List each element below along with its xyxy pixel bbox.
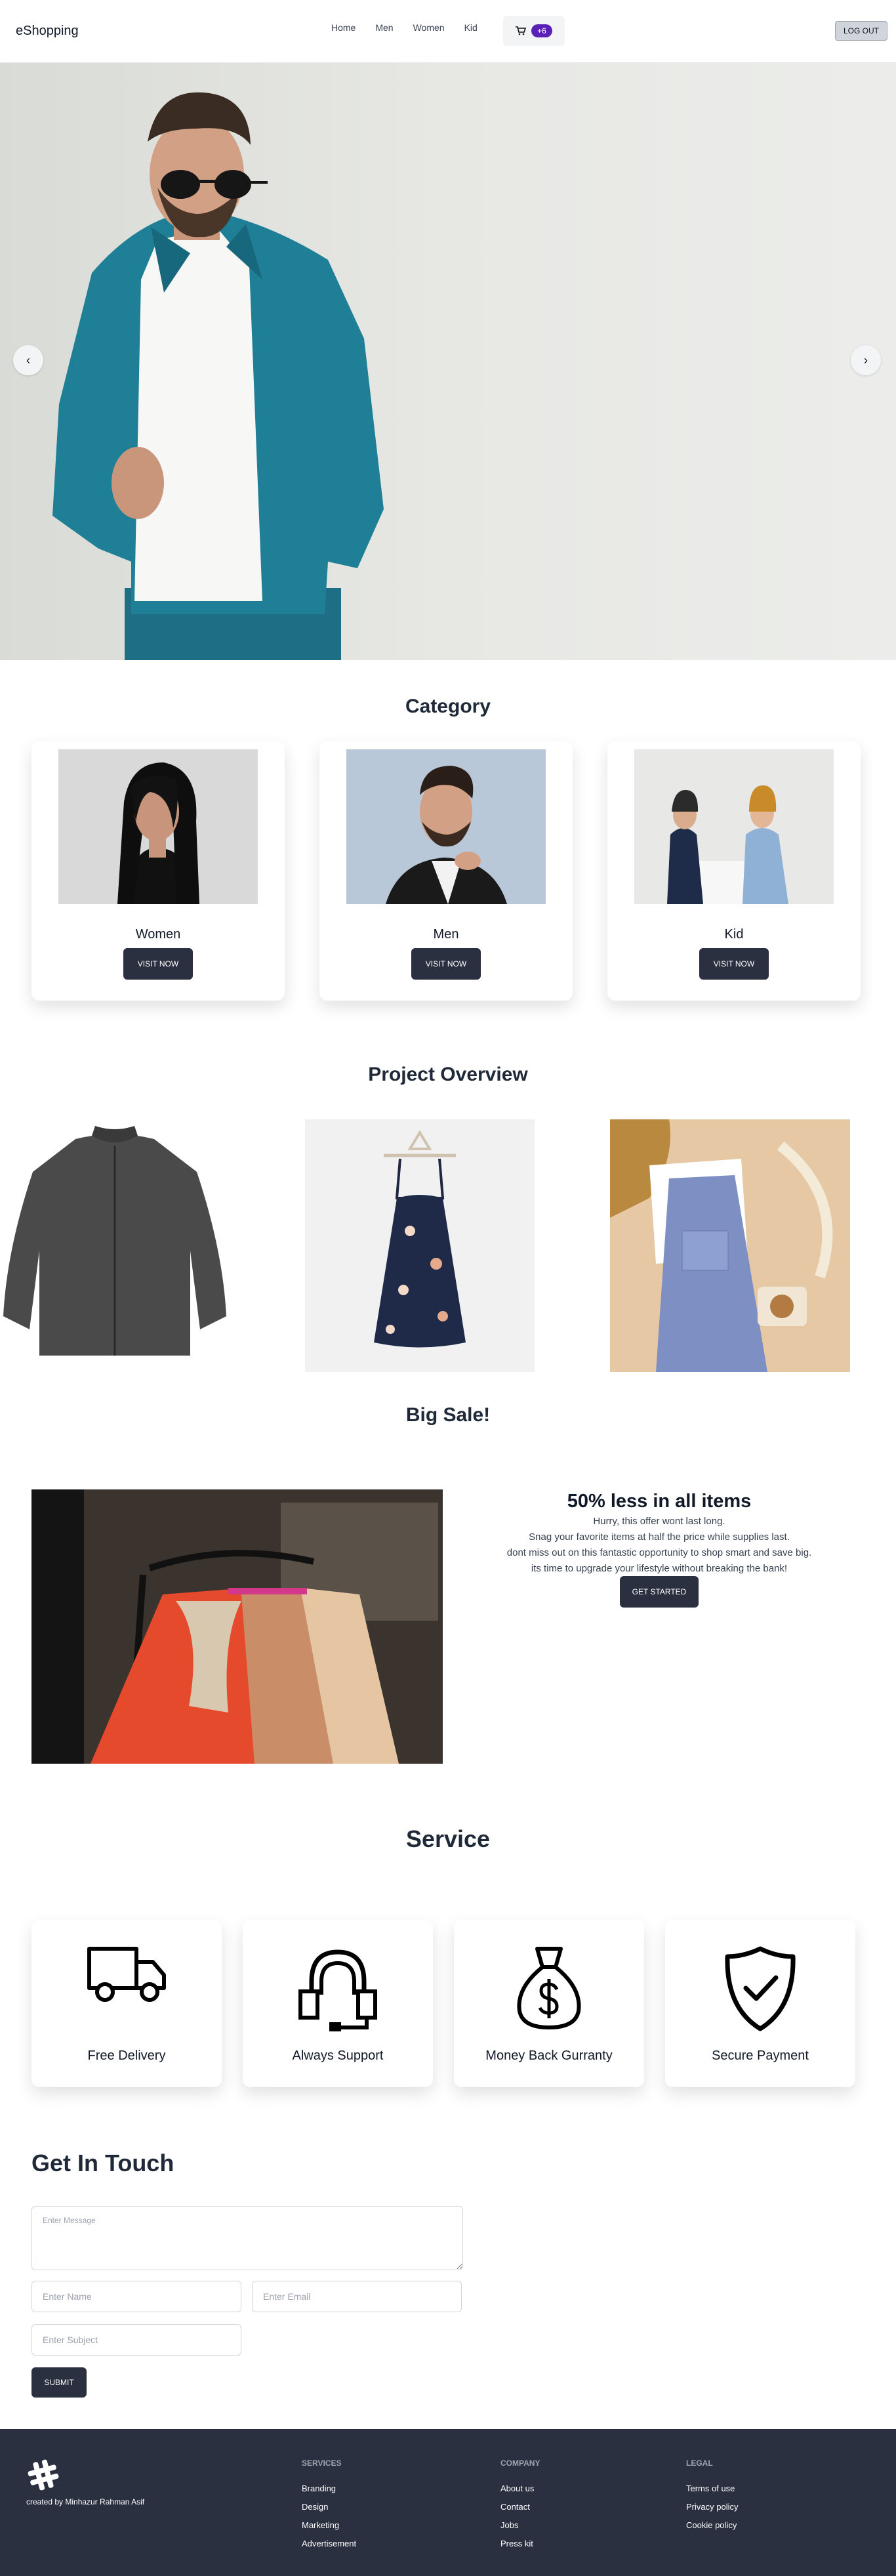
footer-heading-legal: LEGAL xyxy=(686,2459,713,2468)
truck-icon xyxy=(87,1947,166,2002)
carousel-next-button[interactable]: › xyxy=(851,345,881,375)
cart-button[interactable]: +6 xyxy=(503,16,565,46)
category-card-men: Men VISIT NOW xyxy=(319,741,573,1001)
submit-button[interactable]: SUBMIT xyxy=(31,2367,87,2398)
footer-link-advertisement[interactable]: Advertisement xyxy=(302,2539,356,2548)
get-started-button[interactable]: GET STARTED xyxy=(620,1576,699,1608)
sale-line-1: Hurry, this offer wont last long. xyxy=(593,1516,725,1527)
nav-link-home[interactable]: Home xyxy=(331,22,356,33)
footer-column-company: COMPANY About us Contact Jobs Press kit xyxy=(500,2459,540,2557)
footer-link-jobs[interactable]: Jobs xyxy=(500,2520,540,2530)
sale-line-3: dont miss out on this fantastic opportun… xyxy=(506,1547,812,1558)
sale-line-2: Snag your favorite items at half the pri… xyxy=(529,1531,790,1543)
carousel-prev-button[interactable]: ‹ xyxy=(13,345,43,375)
contact-title: Get In Touch xyxy=(31,2150,174,2176)
sale-heading: 50% less in all items xyxy=(567,1491,752,1512)
service-name-always-support: Always Support xyxy=(292,2048,384,2063)
category-title: Category xyxy=(405,696,491,717)
overview-image-dress xyxy=(305,1119,535,1372)
service-card-money-back: Money Back Gurranty xyxy=(454,1920,644,2087)
hero-carousel: ‹ › xyxy=(0,63,896,660)
footer-link-about[interactable]: About us xyxy=(500,2483,540,2493)
category-image-women xyxy=(58,749,258,904)
footer-credit: created by Minhazur Rahman Asif xyxy=(26,2497,145,2506)
nav-link-men[interactable]: Men xyxy=(375,22,393,33)
navbar: eShopping Home Men Women Kid +6 LOG OUT xyxy=(0,0,896,63)
footer-heading-company: COMPANY xyxy=(500,2459,540,2468)
category-name-kid: Kid xyxy=(724,927,744,942)
footer-column-services: SERVICES Branding Design Marketing Adver… xyxy=(302,2459,356,2557)
category-image-men xyxy=(346,749,546,904)
category-name-men: Men xyxy=(433,927,459,942)
category-card-kid: Kid VISIT NOW xyxy=(607,741,861,1001)
footer-link-privacy[interactable]: Privacy policy xyxy=(686,2502,738,2512)
email-input[interactable] xyxy=(252,2281,462,2312)
name-input[interactable] xyxy=(31,2281,241,2312)
cart-count-badge: +6 xyxy=(531,24,552,37)
nav-link-kid[interactable]: Kid xyxy=(464,22,478,33)
footer-heading-services: SERVICES xyxy=(302,2459,342,2468)
service-card-free-delivery: Free Delivery xyxy=(31,1920,222,2087)
overview-image-jacket xyxy=(0,1119,230,1372)
visit-now-button-men[interactable]: VISIT NOW xyxy=(411,948,481,980)
category-name-women: Women xyxy=(135,927,181,942)
service-name-free-delivery: Free Delivery xyxy=(87,2048,166,2063)
footer-link-branding[interactable]: Branding xyxy=(302,2483,356,2493)
headset-icon xyxy=(298,1949,377,2031)
service-card-always-support: Always Support xyxy=(243,1920,433,2087)
message-textarea[interactable] xyxy=(31,2206,463,2270)
overview-image-overalls xyxy=(610,1119,850,1372)
service-card-secure-payment: Secure Payment xyxy=(665,1920,855,2087)
sale-title: Big Sale! xyxy=(405,1404,491,1426)
sale-line-4: its time to upgrade your lifestyle witho… xyxy=(531,1563,788,1574)
logout-button[interactable]: LOG OUT xyxy=(835,21,887,41)
footer-link-marketing[interactable]: Marketing xyxy=(302,2520,356,2530)
money-bag-icon xyxy=(517,1947,581,2029)
brand-logo[interactable]: eShopping xyxy=(16,24,79,39)
footer-column-legal: LEGAL Terms of use Privacy policy Cookie… xyxy=(686,2459,738,2539)
footer: created by Minhazur Rahman Asif SERVICES… xyxy=(0,2429,896,2576)
footer-link-press-kit[interactable]: Press kit xyxy=(500,2539,540,2548)
category-card-women: Women VISIT NOW xyxy=(31,741,285,1001)
footer-link-contact[interactable]: Contact xyxy=(500,2502,540,2512)
shield-check-icon xyxy=(725,1946,796,2031)
service-title: Service xyxy=(405,1825,491,1852)
category-image-kid xyxy=(634,749,834,904)
subject-input[interactable] xyxy=(31,2324,241,2356)
hashtag-logo-icon xyxy=(28,2459,59,2491)
cart-icon xyxy=(516,26,527,35)
overview-title: Project Overview xyxy=(368,1064,528,1085)
nav-links: Home Men Women Kid xyxy=(331,22,497,33)
visit-now-button-kid[interactable]: VISIT NOW xyxy=(699,948,769,980)
visit-now-button-women[interactable]: VISIT NOW xyxy=(123,948,193,980)
footer-link-terms[interactable]: Terms of use xyxy=(686,2483,738,2493)
service-name-secure-payment: Secure Payment xyxy=(712,2048,809,2063)
sale-image-clothes-rack xyxy=(31,1489,443,1764)
footer-link-design[interactable]: Design xyxy=(302,2502,356,2512)
service-name-money-back: Money Back Gurranty xyxy=(485,2048,613,2063)
nav-link-women[interactable]: Women xyxy=(413,22,445,33)
footer-link-cookie[interactable]: Cookie policy xyxy=(686,2520,738,2530)
hero-image xyxy=(52,92,384,660)
